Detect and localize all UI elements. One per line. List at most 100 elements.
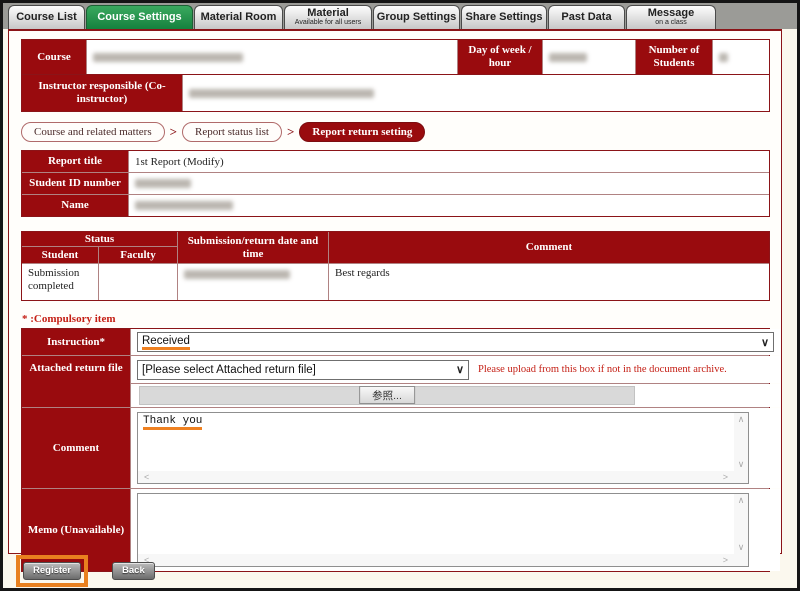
back-button[interactable]: Back (112, 562, 155, 580)
redacted-text (189, 89, 374, 98)
chevron-right-icon[interactable]: > (723, 556, 728, 565)
tab-label: Material Room (201, 12, 277, 23)
chevron-down-icon[interactable]: ∨ (738, 543, 745, 552)
chevron-right-icon: > (287, 124, 294, 140)
comment-header: Comment (329, 232, 769, 263)
name-label: Name (22, 195, 128, 216)
report-info-table: Report title 1st Report (Modify) Student… (21, 150, 770, 217)
day-of-week-value (543, 40, 635, 74)
redacted-text (93, 53, 243, 62)
attached-selected-value: [Please select Attached return file] (142, 364, 316, 376)
upload-note: Please upload from this box if not in th… (478, 364, 727, 375)
file-input[interactable]: 参照... (139, 386, 635, 405)
chevron-right-icon: > (170, 124, 177, 140)
horizontal-scrollbar[interactable]: < > (138, 554, 734, 566)
datetime-cell (178, 264, 328, 300)
horizontal-scrollbar[interactable]: < > (138, 471, 734, 483)
comment-textarea[interactable]: Thank you ∧ ∨ < > (137, 412, 749, 484)
tab-label: Share Settings (465, 12, 542, 23)
vertical-scrollbar[interactable]: ∧ ∨ (734, 494, 748, 554)
instruction-label: Instruction* (22, 329, 130, 355)
faculty-status-cell (99, 264, 177, 300)
comment-cell: Best regards (329, 264, 769, 300)
instructor-label: Instructor responsible (Co-instructor) (22, 75, 182, 111)
report-title-label: Report title (22, 151, 128, 172)
instruction-selected-value: Received (142, 335, 190, 350)
redacted-text (549, 53, 587, 62)
chevron-down-icon: ∨ (761, 336, 769, 349)
tab-message[interactable]: Message on a class (626, 5, 716, 29)
main-panel: Course Day of week / hour Number of Stud… (8, 29, 782, 554)
register-button[interactable]: Register (23, 562, 81, 580)
comment-cell-form: Thank you ∧ ∨ < > (131, 408, 780, 488)
faculty-header: Faculty (99, 247, 177, 263)
tab-label: Course List (16, 12, 77, 23)
redacted-text (135, 179, 191, 188)
tab-past-data[interactable]: Past Data (548, 5, 625, 29)
comment-label: Comment (22, 408, 130, 488)
course-value (87, 40, 457, 74)
vertical-scrollbar[interactable]: ∧ ∨ (734, 413, 748, 471)
tab-bar: Course List Course Settings Material Roo… (3, 3, 797, 29)
tab-material[interactable]: Material Available for all users (284, 5, 372, 29)
tab-course-list[interactable]: Course List (8, 5, 85, 29)
course-info-table: Course Day of week / hour Number of Stud… (21, 39, 770, 75)
status-header: Status (22, 232, 177, 246)
redacted-text (184, 270, 290, 279)
tab-sublabel: on a class (655, 19, 687, 27)
student-header: Student (22, 247, 98, 263)
scrollbar-corner (734, 554, 748, 566)
app-window: Course List Course Settings Material Roo… (0, 0, 800, 591)
redacted-text (135, 201, 233, 210)
attached-file-select[interactable]: [Please select Attached return file] ∨ (137, 360, 469, 380)
tab-share-settings[interactable]: Share Settings (461, 5, 547, 29)
scrollbar-corner (734, 471, 748, 483)
instruction-select[interactable]: Received ∨ (137, 332, 774, 352)
browse-button[interactable]: 参照... (359, 386, 415, 404)
chevron-down-icon[interactable]: ∨ (738, 460, 745, 469)
tab-material-room[interactable]: Material Room (194, 5, 283, 29)
memo-textarea[interactable]: ∧ ∨ < > (137, 493, 749, 567)
chevron-up-icon[interactable]: ∧ (738, 415, 745, 424)
attached-return-file-label: Attached return file (22, 356, 130, 407)
breadcrumb-report-return-setting: Report return setting (299, 122, 425, 142)
tab-group-settings[interactable]: Group Settings (373, 5, 460, 29)
day-of-week-label: Day of week / hour (458, 40, 542, 74)
datetime-header: Submission/return date and time (178, 232, 328, 263)
tab-label: Course Settings (97, 12, 181, 23)
instructor-value (183, 75, 769, 111)
tab-course-settings[interactable]: Course Settings (86, 5, 193, 29)
chevron-up-icon[interactable]: ∧ (738, 496, 745, 505)
instructor-table: Instructor responsible (Co-instructor) (21, 75, 770, 112)
redacted-text (719, 53, 728, 62)
student-id-label: Student ID number (22, 173, 128, 194)
attached-select-cell: [Please select Attached return file] ∨ P… (131, 356, 780, 383)
tab-sublabel: Available for all users (295, 19, 361, 27)
name-value (129, 195, 769, 216)
status-table: Status Submission/return date and time C… (21, 231, 770, 301)
breadcrumb: Course and related matters > Report stat… (21, 122, 770, 142)
breadcrumb-report-status-list[interactable]: Report status list (182, 122, 282, 142)
tab-label: Message (648, 8, 694, 19)
course-label: Course (22, 40, 86, 74)
chevron-left-icon[interactable]: < (144, 473, 149, 482)
report-title-value: 1st Report (Modify) (129, 151, 769, 172)
action-buttons: Register Back (16, 555, 155, 587)
memo-text (138, 494, 734, 554)
number-of-students-label: Number of Students (636, 40, 712, 74)
chevron-right-icon[interactable]: > (723, 473, 728, 482)
register-annotation-box: Register (16, 555, 88, 587)
chevron-down-icon: ∨ (456, 363, 464, 376)
instruction-cell: Received ∨ (131, 329, 780, 355)
file-upload-cell: 参照... (131, 384, 780, 407)
student-id-value (129, 173, 769, 194)
memo-cell: ∧ ∨ < > (131, 489, 780, 571)
number-of-students-value (713, 40, 769, 74)
tab-label: Material (307, 8, 349, 19)
breadcrumb-course-matters[interactable]: Course and related matters (21, 122, 165, 142)
tab-label: Past Data (561, 12, 611, 23)
student-status-cell: Submission completed (22, 264, 98, 300)
comment-text: Thank you (138, 413, 734, 471)
comment-text-value: Thank you (143, 415, 202, 430)
compulsory-note: * :Compulsory item (22, 313, 770, 325)
